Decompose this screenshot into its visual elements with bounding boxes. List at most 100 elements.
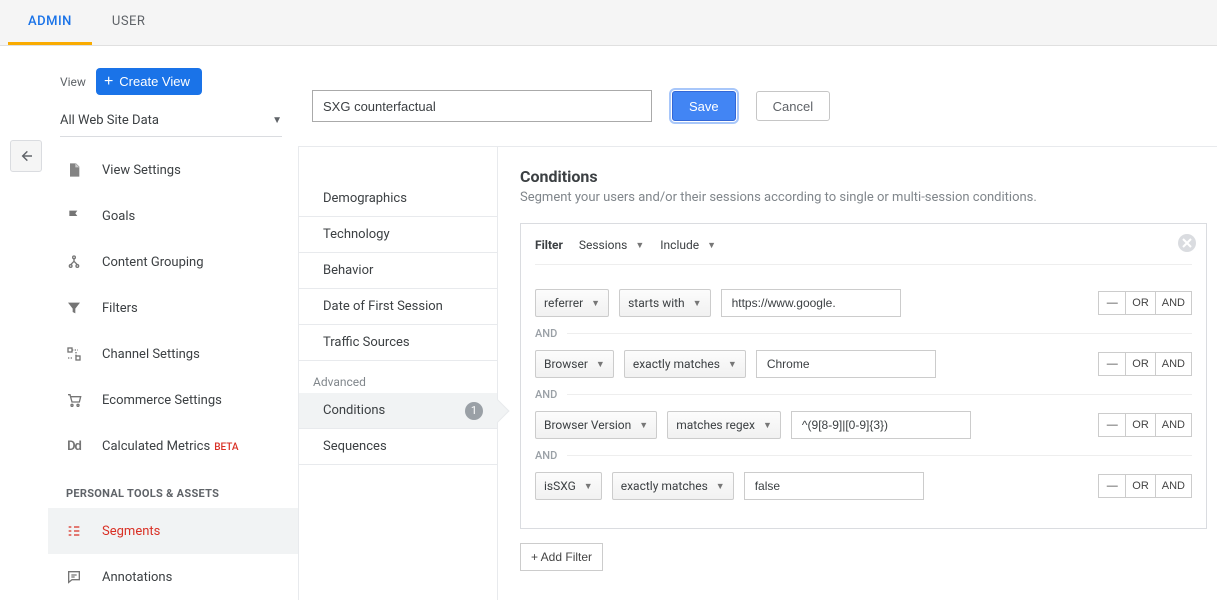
view-label: View [60, 75, 86, 89]
dimension-select[interactable]: referrer▼ [535, 289, 609, 317]
page-icon [64, 161, 84, 179]
filter-label: Filter [535, 238, 563, 252]
segments-icon [64, 523, 84, 539]
create-view-label: Create View [119, 74, 190, 89]
arrow-left-icon [18, 148, 34, 164]
midnav-item-label: Conditions [323, 403, 385, 418]
midnav-conditions[interactable]: Conditions 1 [299, 393, 497, 429]
or-button[interactable]: OR [1125, 291, 1156, 315]
caret-down-icon: ▼ [639, 420, 648, 431]
save-button[interactable]: Save [672, 91, 736, 121]
filter-box: Filter Sessions▼ Include▼ referrer▼ star [520, 223, 1207, 529]
sidebar-item-label: Calculated MetricsBETA [102, 439, 239, 454]
conditions-count-badge: 1 [465, 402, 483, 420]
midnav-sequences[interactable]: Sequences [299, 429, 497, 465]
condition-row: Browser Version▼ matches regex▼ — OR AND [535, 401, 1192, 449]
midnav-demographics[interactable]: Demographics [299, 181, 497, 217]
sidebar-item-label: Ecommerce Settings [102, 393, 222, 408]
caret-down-icon: ▼ [763, 420, 772, 431]
conditions-desc: Segment your users and/or their sessions… [520, 190, 1207, 205]
sidebar-heading-personal: PERSONAL TOOLS & ASSETS [48, 469, 298, 508]
caret-down-icon: ▼ [716, 481, 725, 492]
sidebar-item-channel-settings[interactable]: Channel Settings [48, 331, 298, 377]
operator-select[interactable]: matches regex▼ [667, 411, 781, 439]
and-button[interactable]: AND [1155, 474, 1192, 498]
sidebar-item-content-grouping[interactable]: Content Grouping [48, 239, 298, 285]
create-view-button[interactable]: + Create View [96, 68, 202, 95]
condition-row: referrer▼ starts with▼ — OR AND [535, 279, 1192, 327]
remove-rule-button[interactable]: — [1098, 291, 1126, 315]
remove-rule-button[interactable]: — [1098, 352, 1126, 376]
funnel-icon [64, 300, 84, 316]
value-input[interactable] [756, 350, 936, 378]
midnav-technology[interactable]: Technology [299, 217, 497, 253]
and-separator: AND [535, 388, 1192, 401]
sidebar-item-view-settings[interactable]: View Settings [48, 147, 298, 193]
plus-icon: + [104, 76, 113, 88]
flag-icon [64, 208, 84, 224]
remove-filter-button[interactable] [1178, 234, 1196, 252]
caret-down-icon: ▼ [693, 298, 702, 309]
midnav-advanced-label: Advanced [299, 361, 497, 393]
channel-icon [64, 346, 84, 362]
caret-down-icon: ▼ [728, 359, 737, 370]
sidebar-item-label: Annotations [102, 570, 172, 585]
value-input[interactable] [791, 411, 971, 439]
add-filter-button[interactable]: + Add Filter [520, 543, 603, 571]
dd-icon: Dd [64, 439, 84, 454]
segment-name-input[interactable] [312, 90, 652, 122]
sidebar-item-annotations[interactable]: Annotations [48, 554, 298, 600]
sidebar-item-label: Filters [102, 301, 138, 316]
and-button[interactable]: AND [1155, 413, 1192, 437]
operator-select[interactable]: exactly matches▼ [612, 472, 734, 500]
or-button[interactable]: OR [1125, 352, 1156, 376]
and-button[interactable]: AND [1155, 291, 1192, 315]
midnav-behavior[interactable]: Behavior [299, 253, 497, 289]
cart-icon [64, 392, 84, 408]
caret-down-icon: ▼ [272, 115, 282, 126]
comment-icon [64, 569, 84, 585]
condition-row: Browser▼ exactly matches▼ — OR AND [535, 340, 1192, 388]
caret-down-icon: ▼ [591, 298, 600, 309]
operator-select[interactable]: exactly matches▼ [624, 350, 746, 378]
scope-select[interactable]: Sessions▼ [579, 238, 644, 252]
or-button[interactable]: OR [1125, 413, 1156, 437]
sidebar-item-label: Channel Settings [102, 347, 200, 362]
value-input[interactable] [744, 472, 924, 500]
tab-user[interactable]: USER [92, 0, 166, 45]
dimension-select[interactable]: isSXG▼ [535, 472, 602, 500]
sidebar-item-label: Segments [102, 524, 160, 539]
grouping-icon [64, 254, 84, 270]
view-selected-label: All Web Site Data [60, 113, 159, 128]
cancel-button[interactable]: Cancel [756, 91, 830, 121]
caret-down-icon: ▼ [596, 359, 605, 370]
sidebar-item-goals[interactable]: Goals [48, 193, 298, 239]
mode-select[interactable]: Include▼ [660, 238, 716, 252]
close-icon [1182, 238, 1192, 248]
remove-rule-button[interactable]: — [1098, 413, 1126, 437]
and-button[interactable]: AND [1155, 352, 1192, 376]
conditions-title: Conditions [520, 167, 1207, 186]
or-button[interactable]: OR [1125, 474, 1156, 498]
caret-down-icon: ▼ [635, 240, 644, 251]
dimension-select[interactable]: Browser Version▼ [535, 411, 657, 439]
remove-rule-button[interactable]: — [1098, 474, 1126, 498]
operator-select[interactable]: starts with▼ [619, 289, 711, 317]
condition-row: isSXG▼ exactly matches▼ — OR AND [535, 462, 1192, 510]
dimension-select[interactable]: Browser▼ [535, 350, 614, 378]
tab-admin[interactable]: ADMIN [8, 0, 92, 45]
and-separator: AND [535, 327, 1192, 340]
sidebar-item-ecommerce[interactable]: Ecommerce Settings [48, 377, 298, 423]
view-select[interactable]: All Web Site Data ▼ [60, 107, 282, 137]
midnav-first-session[interactable]: Date of First Session [299, 289, 497, 325]
sidebar-item-filters[interactable]: Filters [48, 285, 298, 331]
sidebar-item-calc-metrics[interactable]: Dd Calculated MetricsBETA [48, 423, 298, 469]
midnav-traffic-sources[interactable]: Traffic Sources [299, 325, 497, 361]
value-input[interactable] [721, 289, 901, 317]
back-button[interactable] [10, 140, 42, 172]
caret-down-icon: ▼ [707, 240, 716, 251]
sidebar-item-label: View Settings [102, 163, 181, 178]
sidebar-item-segments[interactable]: Segments [48, 508, 298, 554]
sidebar-item-label: Goals [102, 209, 135, 224]
caret-down-icon: ▼ [584, 481, 593, 492]
